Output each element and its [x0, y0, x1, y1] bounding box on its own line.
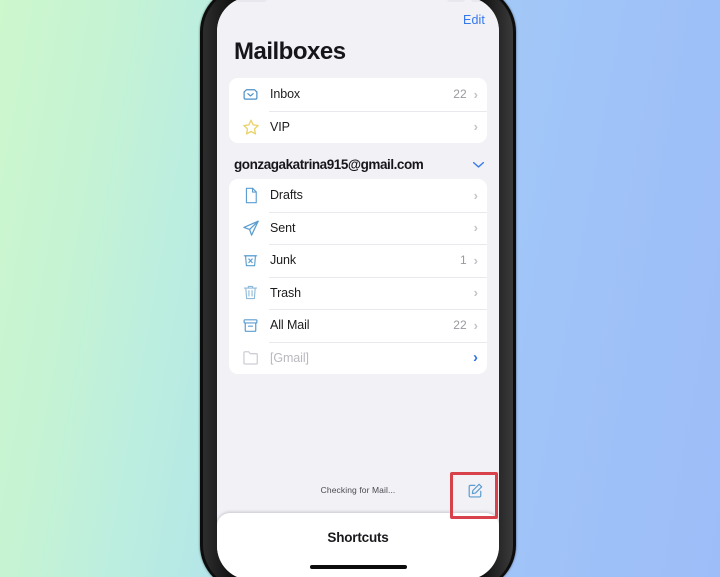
- mailbox-row-junk[interactable]: Junk 1 ›: [229, 244, 487, 277]
- chevron-down-icon[interactable]: [472, 158, 485, 171]
- paper-plane-icon: [240, 217, 261, 238]
- mail-app: Edit Mailboxes Inbox 22 › VIP › gonzagak…: [217, 0, 499, 513]
- chevron-right-icon: ›: [473, 317, 478, 333]
- mailbox-label: Inbox: [270, 87, 301, 102]
- status-bar-battery-ghost: [471, 0, 487, 2]
- mail-status-text: Checking for Mail...: [320, 485, 396, 495]
- chevron-right-icon: ›: [473, 119, 478, 135]
- account-mailbox-card: Drafts › Sent › Junk 1 › Trash › All Mai…: [229, 179, 487, 374]
- navigation-bar: Edit: [217, 6, 499, 34]
- status-bar-signal-ghost: [447, 0, 465, 2]
- trash-icon: [240, 282, 261, 303]
- shortcuts-sheet[interactable]: Shortcuts: [217, 513, 499, 577]
- mailbox-label: Drafts: [270, 188, 303, 203]
- mailbox-row-gmail-folder[interactable]: [Gmail] ›: [229, 341, 487, 375]
- compose-square-pencil-icon: [468, 483, 482, 498]
- shortcuts-title: Shortcuts: [327, 530, 389, 545]
- mail-bottom-toolbar: Checking for Mail...: [217, 467, 499, 513]
- account-email-label: gonzagakatrina915@gmail.com: [234, 157, 424, 172]
- mailbox-row-trash[interactable]: Trash ›: [229, 276, 487, 310]
- archive-box-icon: [240, 315, 261, 336]
- mailbox-count: 22: [453, 87, 467, 102]
- mailbox-row-drafts[interactable]: Drafts ›: [229, 179, 487, 212]
- page-title: Mailboxes: [234, 38, 346, 65]
- favorites-mailbox-card: Inbox 22 › VIP ›: [229, 78, 487, 143]
- edit-button[interactable]: Edit: [463, 13, 485, 27]
- mailbox-label: Trash: [270, 285, 301, 300]
- chevron-right-icon: ›: [473, 349, 478, 367]
- mailbox-label: Junk: [270, 253, 297, 268]
- mailbox-row-vip[interactable]: VIP ›: [229, 110, 487, 144]
- mailbox-row-all-mail[interactable]: All Mail 22 ›: [229, 309, 487, 342]
- document-icon: [240, 185, 261, 206]
- phone-screen: Edit Mailboxes Inbox 22 › VIP › gonzagak…: [217, 0, 499, 577]
- account-header[interactable]: gonzagakatrina915@gmail.com: [217, 143, 499, 179]
- chevron-right-icon: ›: [473, 252, 478, 268]
- mailbox-count: 1: [459, 253, 467, 268]
- compose-button[interactable]: [463, 478, 487, 502]
- mailbox-row-inbox[interactable]: Inbox 22 ›: [229, 78, 487, 111]
- junk-bin-icon: [240, 250, 261, 271]
- mailbox-label: [Gmail]: [270, 350, 309, 365]
- status-bar-partial: [217, 0, 499, 6]
- mailbox-label: VIP: [270, 119, 290, 134]
- chevron-right-icon: ›: [473, 86, 478, 102]
- mailbox-label: Sent: [270, 220, 296, 235]
- chevron-right-icon: ›: [473, 285, 478, 301]
- star-icon: [240, 116, 261, 137]
- mailbox-count: 22: [453, 318, 467, 333]
- status-bar-time-ghost: [235, 0, 267, 2]
- chevron-right-icon: ›: [473, 187, 478, 203]
- mailbox-label: All Mail: [270, 318, 310, 333]
- chevron-right-icon: ›: [473, 220, 478, 236]
- home-indicator[interactable]: [309, 565, 407, 569]
- mailbox-row-sent[interactable]: Sent ›: [229, 211, 487, 245]
- inbox-tray-icon: [240, 84, 261, 105]
- folder-icon: [240, 347, 261, 368]
